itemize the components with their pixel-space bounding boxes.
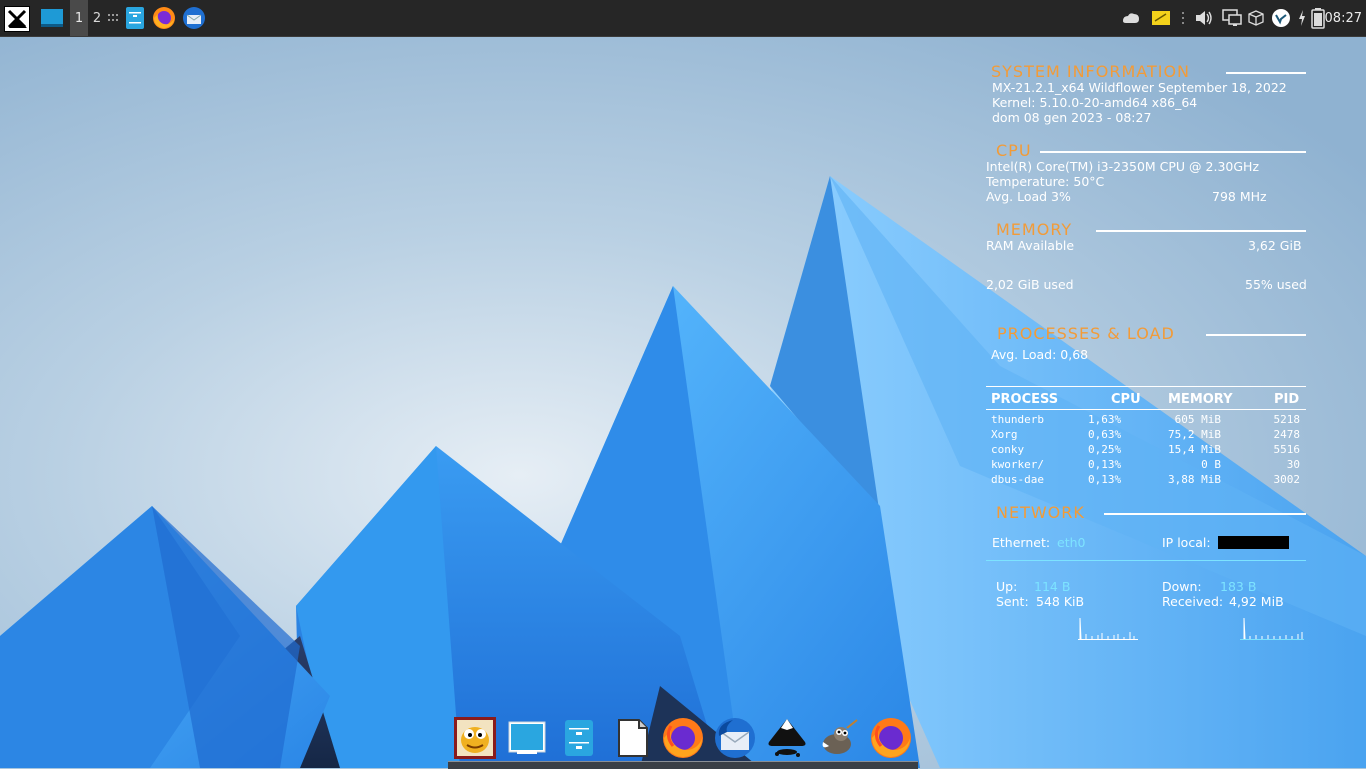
thunderbird-icon[interactable]: [713, 716, 757, 760]
process-name: dbus-dae: [991, 473, 1044, 486]
workspace-1-button[interactable]: 1: [70, 0, 88, 36]
process-cpu: 1,63%: [1088, 413, 1122, 426]
firefox-icon[interactable]: [661, 716, 705, 760]
process-cpu: 0,25%: [1088, 443, 1122, 456]
ethernet-label: Ethernet:: [992, 535, 1051, 550]
ip-local-label: IP local:: [1162, 535, 1211, 550]
divider: [1206, 334, 1306, 336]
mx-tools-icon[interactable]: [1270, 0, 1292, 36]
system-info-heading: SYSTEM INFORMATION: [991, 62, 1191, 81]
ram-available-value: 3,62 GiB: [1248, 238, 1302, 253]
desktop-wallpaper: [0, 36, 1366, 768]
inkscape-icon[interactable]: [765, 716, 809, 760]
upload-speed: 114 B: [1034, 579, 1071, 594]
power-plug-icon[interactable]: [1296, 0, 1308, 36]
firefox-icon[interactable]: [869, 716, 913, 760]
ethernet-interface: eth0: [1057, 535, 1086, 550]
dock: [448, 712, 918, 769]
cpu-avg-load: Avg. Load 3%: [986, 189, 1071, 204]
thunderbird-launcher-icon[interactable]: [180, 0, 208, 36]
cpu-model: Intel(R) Core(TM) i3-2350M CPU @ 2.30GHz: [986, 159, 1260, 174]
network-manager-icon[interactable]: [1120, 0, 1142, 36]
process-memory: 3,88 MiB: [1168, 473, 1221, 486]
download-graph: [1240, 617, 1304, 640]
process-memory: 15,4 MiB: [1168, 443, 1221, 456]
process-pid: 5218: [1273, 413, 1301, 426]
process-pid: 30: [1286, 458, 1300, 471]
download-speed: 183 B: [1220, 579, 1257, 594]
received-total: 4,92 MiB: [1229, 594, 1284, 609]
process-memory: 75,2 MiB: [1168, 428, 1221, 441]
divider: [1096, 230, 1306, 232]
show-desktop-icon[interactable]: [38, 0, 66, 36]
upload-label: Up:: [996, 579, 1018, 594]
cpu-frequency: 798 MHz: [1212, 189, 1267, 204]
divider: [986, 386, 1306, 387]
distro-info: MX-21.2.1_x64 Wildflower September 18, 2…: [992, 80, 1287, 95]
kernel-info: Kernel: 5.10.0-20-amd64 x86_64: [992, 95, 1198, 110]
top-panel: 1 2 08:27: [0, 0, 1366, 37]
process-memory: 0 B: [1201, 458, 1221, 471]
process-pid: 5516: [1273, 443, 1301, 456]
process-cpu: 0,13%: [1088, 473, 1122, 486]
network-heading: NETWORK: [996, 503, 1085, 522]
network-connection-icon[interactable]: [1220, 0, 1244, 36]
divider: [1040, 151, 1306, 153]
process-name: thunderb: [991, 413, 1044, 426]
file-manager-launcher-icon[interactable]: [122, 0, 148, 36]
received-label: Received:: [1162, 594, 1224, 609]
clock[interactable]: 08:27: [1325, 0, 1362, 36]
firefox-launcher-icon[interactable]: [150, 0, 178, 36]
processes-avg-load: Avg. Load: 0,68: [991, 347, 1089, 362]
date-time: dom 08 gen 2023 - 08:27: [992, 110, 1152, 125]
desktop-icon[interactable]: [505, 716, 549, 760]
process-memory: 605 MiB: [1174, 413, 1221, 426]
process-name: kworker/: [991, 458, 1044, 471]
process-cpu: 0,63%: [1088, 428, 1122, 441]
column-memory: MEMORY: [1168, 392, 1233, 407]
pager-grip-icon[interactable]: [106, 0, 120, 36]
mx-menu-icon[interactable]: [4, 6, 30, 32]
sent-total: 548 KiB: [1036, 594, 1085, 609]
process-pid: 2478: [1273, 428, 1301, 441]
cpu-heading: CPU: [996, 141, 1032, 160]
divider: [1226, 72, 1306, 74]
gimp-icon[interactable]: [817, 716, 861, 760]
column-cpu: CPU: [1111, 392, 1141, 407]
memory-percent: 55% used: [1245, 277, 1307, 292]
process-name: conky: [991, 443, 1025, 456]
ram-available-label: RAM Available: [986, 238, 1075, 253]
processes-heading: PROCESSES & LOAD: [997, 324, 1175, 343]
screenshot-app-icon[interactable]: [453, 716, 497, 760]
package-updater-icon[interactable]: [1246, 0, 1266, 36]
workspace-2-button[interactable]: 2: [90, 0, 104, 36]
process-cpu: 0,13%: [1088, 458, 1122, 471]
column-process: PROCESS: [991, 392, 1059, 407]
process-pid: 3002: [1273, 473, 1301, 486]
divider: [1104, 513, 1306, 515]
ip-redacted-box: [1218, 536, 1289, 549]
divider: [986, 560, 1306, 561]
notes-icon[interactable]: [1150, 0, 1172, 36]
upload-graph: [1078, 617, 1138, 640]
divider: [986, 409, 1306, 410]
tray-separator-icon: [1178, 0, 1188, 36]
volume-icon[interactable]: [1192, 0, 1216, 36]
sent-label: Sent:: [996, 594, 1029, 609]
text-editor-icon[interactable]: [609, 716, 653, 760]
memory-heading: MEMORY: [996, 220, 1073, 239]
download-label: Down:: [1162, 579, 1202, 594]
process-name: Xorg: [991, 428, 1018, 441]
column-pid: PID: [1274, 392, 1300, 407]
file-manager-icon[interactable]: [557, 716, 601, 760]
memory-used: 2,02 GiB used: [986, 277, 1074, 292]
cpu-temperature: Temperature: 50°C: [986, 174, 1105, 189]
